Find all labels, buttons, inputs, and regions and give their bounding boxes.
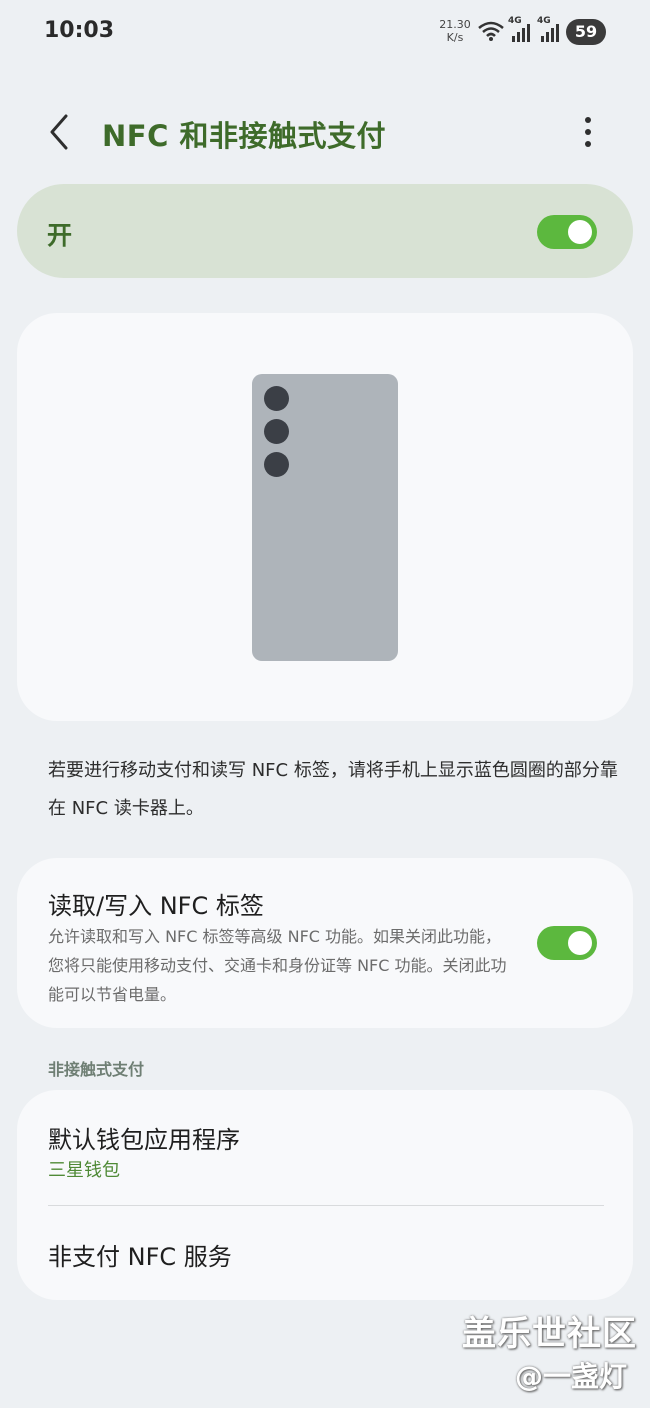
camera-lens xyxy=(264,419,289,444)
nfc-instructions: 若要进行移动支付和读写 NFC 标签，请将手机上显示蓝色圆圈的部分靠在 NFC … xyxy=(48,760,618,819)
more-vertical-icon xyxy=(585,117,591,147)
watermark-author: @一盏灯 xyxy=(515,1360,628,1393)
toggle-knob xyxy=(568,931,592,955)
camera-lens xyxy=(264,386,289,411)
status-bar: 10:03 21.30 K/s 4G 4G 59 xyxy=(0,0,650,64)
chevron-left-icon xyxy=(50,114,68,150)
back-button[interactable] xyxy=(40,110,80,154)
nfc-tags-row[interactable]: 读取/写入 NFC 标签 允许读取和写入 NFC 标签等高级 NFC 功能。如果… xyxy=(17,858,633,1028)
net-speed-unit: K/s xyxy=(446,31,464,44)
section-header-contactless: 非接触式支付 xyxy=(48,1060,145,1079)
non-payment-nfc-row[interactable]: 非支付 NFC 服务 xyxy=(17,1206,633,1300)
master-switch-row[interactable]: 开 xyxy=(17,184,633,278)
default-wallet-value: 三星钱包 xyxy=(48,1160,120,1181)
phone-back-illustration xyxy=(252,374,398,661)
camera-lens xyxy=(264,452,289,477)
more-options-button[interactable] xyxy=(572,110,604,154)
nfc-tags-description: 允许读取和写入 NFC 标签等高级 NFC 功能。如果关闭此功能，您将只能使用移… xyxy=(48,927,507,1004)
battery-icon: 59 xyxy=(566,19,606,45)
nfc-illustration-card xyxy=(17,313,633,721)
watermark-community: 盖乐世社区 xyxy=(462,1314,637,1354)
signal-icon: 4G xyxy=(506,16,530,48)
non-payment-nfc-title: 非支付 NFC 服务 xyxy=(48,1243,232,1271)
network-type-2: 4G xyxy=(537,16,551,26)
status-time: 10:03 xyxy=(44,18,115,43)
page-title: NFC 和非接触式支付 xyxy=(102,119,386,153)
nfc-tags-toggle[interactable] xyxy=(537,926,597,960)
master-switch-toggle[interactable] xyxy=(537,215,597,249)
nfc-tags-title: 读取/写入 NFC 标签 xyxy=(48,892,264,920)
signal-icon: 4G xyxy=(535,16,559,48)
default-wallet-title: 默认钱包应用程序 xyxy=(48,1126,240,1154)
default-wallet-row[interactable]: 默认钱包应用程序 三星钱包 xyxy=(17,1090,633,1205)
wifi-icon xyxy=(477,20,505,46)
net-speed: 21.30 K/s xyxy=(434,18,476,44)
toggle-knob xyxy=(568,220,592,244)
net-speed-value: 21.30 xyxy=(439,18,471,31)
master-switch-label: 开 xyxy=(47,221,73,250)
network-type-1: 4G xyxy=(508,16,522,26)
app-header: NFC 和非接触式支付 xyxy=(0,100,650,164)
contactless-payment-card: 默认钱包应用程序 三星钱包 非支付 NFC 服务 xyxy=(17,1090,633,1300)
